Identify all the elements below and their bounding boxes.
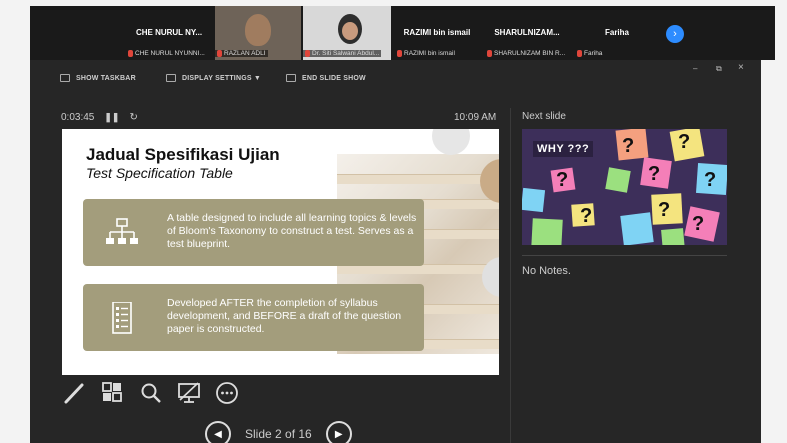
participant-tile[interactable]: CHE NURUL NY... CHE NURUL NYUNNI... [124, 6, 214, 60]
participant-name: RAZIMI bin ismail [403, 28, 471, 37]
slide-subtitle: Test Specification Table [86, 165, 233, 181]
presenter-view-window: SHOW TASKBAR DISPLAY SETTINGS ▼ END SLID… [30, 60, 761, 443]
participant-video [245, 14, 271, 46]
mic-muted-icon [577, 50, 582, 57]
next-slide-button[interactable]: ▶ [325, 421, 352, 443]
triangle-right-icon: ▶ [334, 428, 343, 440]
card-text: A table designed to include all learning… [167, 212, 417, 250]
show-taskbar-button[interactable]: SHOW TASKBAR [60, 74, 136, 82]
participant-label: RAZIMI bin ismail [397, 50, 455, 57]
decor-circle [432, 129, 470, 155]
card-text: Developed AFTER the completion of syllab… [167, 297, 402, 335]
participant-tile[interactable]: RAZIMI bin ismail RAZIMI bin ismail [393, 6, 481, 60]
participant-video-tile[interactable]: Dr. Siti Salwani Abdul... [303, 6, 391, 60]
participant-label: Dr. Siti Salwani Abdul... [303, 50, 382, 57]
slide-counter[interactable]: Slide 2 of 16 [245, 427, 312, 441]
participant-tile[interactable]: Fariha Fariha [573, 6, 661, 60]
participant-name: CHE NURUL NY... [135, 28, 203, 37]
background-window [0, 60, 30, 443]
reset-timer-icon[interactable]: ↻ [129, 112, 137, 123]
next-slide-preview[interactable]: ? ? ? ? ? ? ? ? WHY ??? [522, 129, 727, 245]
end-show-icon [286, 74, 296, 82]
hierarchy-icon [106, 218, 138, 244]
zoom-icon[interactable] [138, 380, 164, 406]
display-settings-button[interactable]: DISPLAY SETTINGS ▼ [166, 74, 261, 82]
info-card: A table designed to include all learning… [83, 199, 424, 266]
see-all-slides-icon[interactable] [100, 380, 126, 406]
end-slide-show-button[interactable]: END SLIDE SHOW [286, 74, 366, 82]
mic-muted-icon [397, 50, 402, 57]
participant-name: Fariha [604, 28, 629, 37]
elapsed-timer: 0:03:45 [61, 112, 95, 123]
current-slide[interactable]: Jadual Spesifikasi Ujian Test Specificat… [62, 129, 499, 375]
participant-label: RAZLAN ADLI [215, 50, 268, 57]
previous-slide-button[interactable]: ◀ [205, 421, 231, 443]
mic-muted-icon [128, 50, 133, 57]
next-slide-heading: WHY ??? [533, 141, 594, 157]
mic-muted-icon [305, 50, 310, 57]
pen-icon[interactable] [62, 380, 88, 406]
minimize-button[interactable]: – [693, 64, 697, 73]
slide-title: Jadual Spesifikasi Ujian [86, 145, 280, 164]
presenter-toolbar: SHOW TASKBAR DISPLAY SETTINGS ▼ END SLID… [30, 60, 761, 96]
participant-label: Fariha [577, 50, 602, 57]
more-options-icon[interactable] [214, 380, 240, 406]
timer-area: 0:03:45 ❚❚ ↻ [61, 112, 138, 123]
close-button[interactable]: × [738, 62, 744, 73]
participant-strip: CHE NURUL NY... CHE NURUL NYUNNI... RAZL… [0, 0, 787, 60]
black-screen-icon[interactable] [176, 380, 202, 406]
speaker-notes[interactable]: No Notes. [522, 265, 571, 277]
restore-button[interactable]: ⧉ [716, 64, 722, 74]
chevron-right-icon: › [673, 28, 677, 40]
mic-muted-icon [217, 50, 222, 57]
panel-divider[interactable] [510, 108, 511, 443]
participant-label: CHE NURUL NYUNNI... [128, 50, 205, 57]
clock: 10:09 AM [454, 112, 497, 123]
display-icon [166, 74, 176, 82]
next-slide-label: Next slide [522, 111, 566, 122]
notes-divider [522, 255, 727, 256]
participant-tile[interactable]: SHARULNIZAM... SHARULNIZAM BIN R... [483, 6, 571, 60]
taskbar-icon [60, 74, 70, 82]
presenter-tools [62, 380, 240, 406]
slide-navigation: ◀ Slide 2 of 16 ▶ [205, 421, 352, 443]
mic-muted-icon [487, 50, 492, 57]
participant-name: SHARULNIZAM... [494, 28, 560, 37]
participant-label: SHARULNIZAM BIN R... [487, 50, 565, 57]
participant-video-tile[interactable]: RAZLAN ADLI [215, 6, 301, 60]
next-participants-button[interactable]: › [666, 25, 684, 43]
checklist-icon [112, 302, 132, 334]
info-card: Developed AFTER the completion of syllab… [83, 284, 424, 351]
pause-icon[interactable]: ❚❚ [104, 112, 119, 123]
triangle-left-icon: ◀ [214, 428, 222, 440]
